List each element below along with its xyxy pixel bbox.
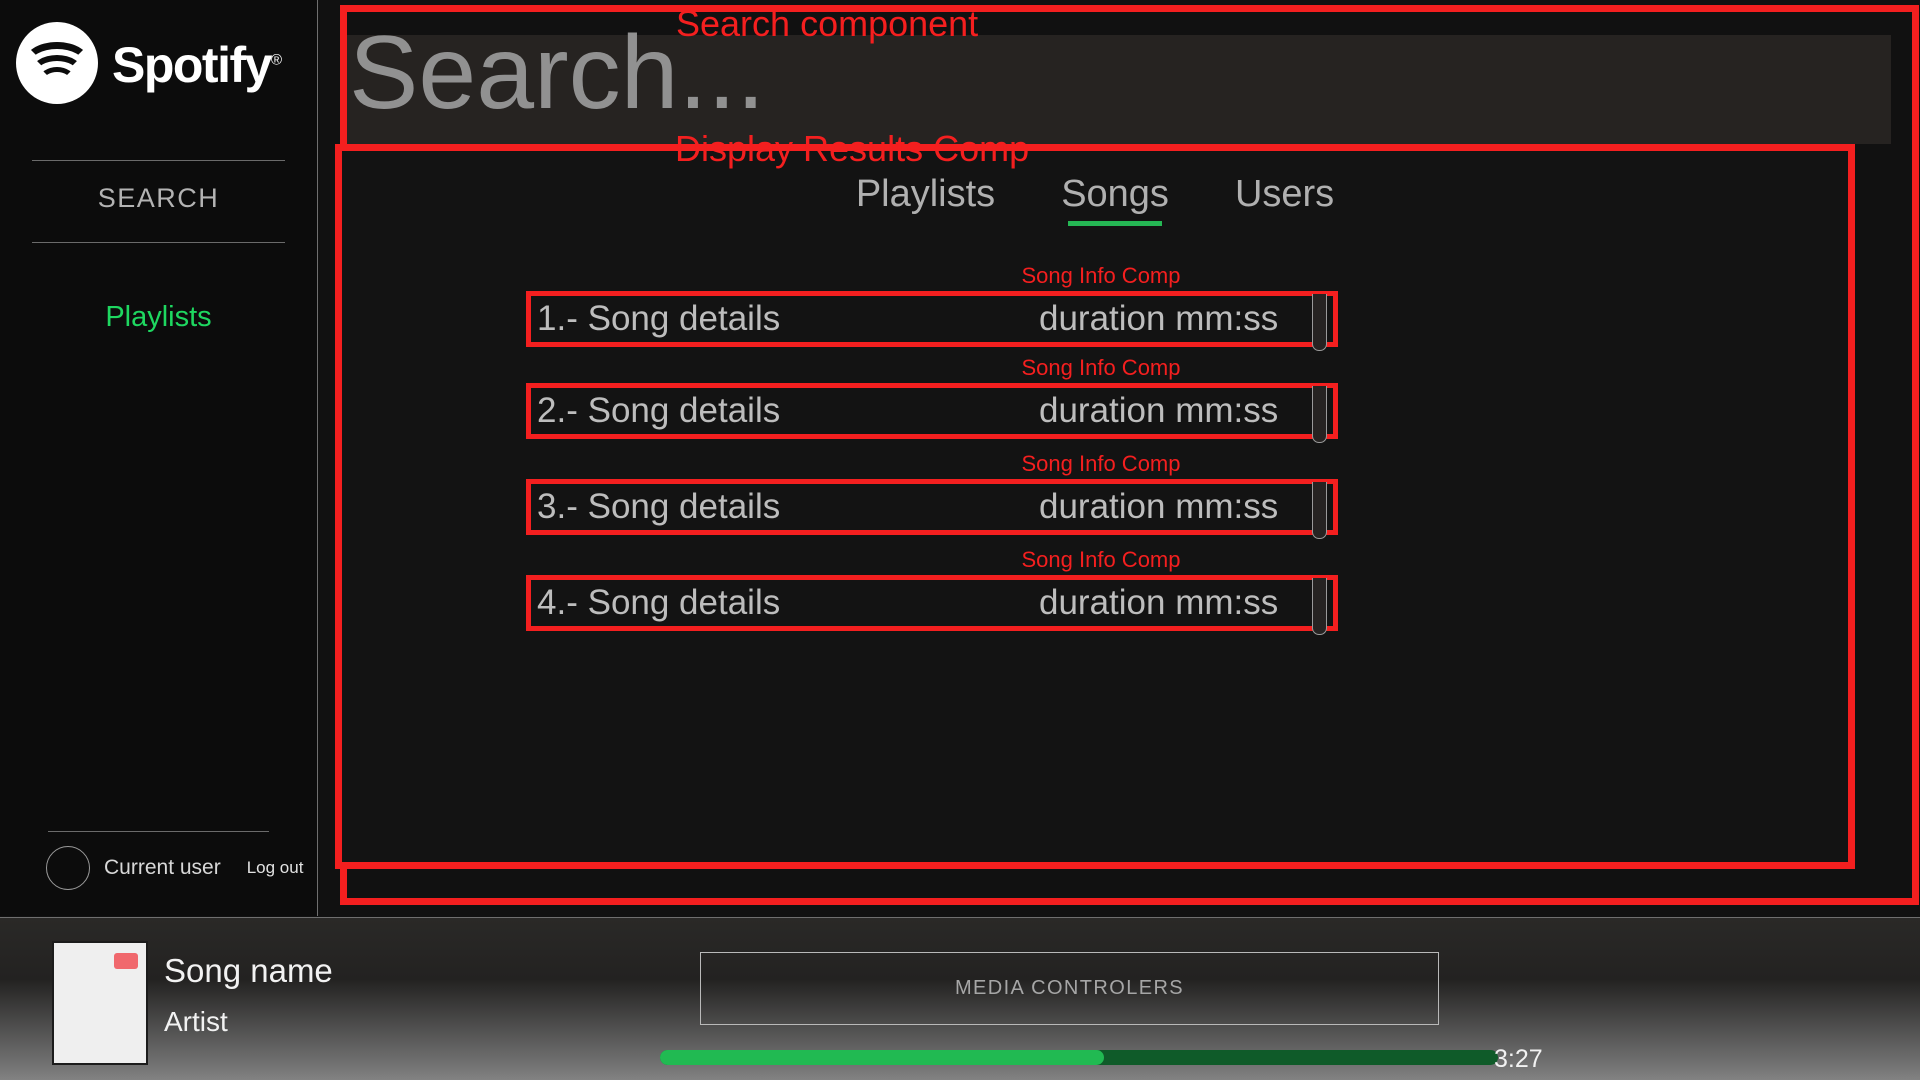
song-title-text: Song details bbox=[587, 299, 781, 338]
album-art-placeholder-icon[interactable] bbox=[52, 941, 148, 1065]
song-row[interactable]: 4.- Song details duration mm:ss bbox=[526, 575, 1338, 635]
song-duration: duration mm:ss bbox=[1039, 487, 1279, 526]
song-row[interactable]: 2.- Song details duration mm:ss bbox=[526, 383, 1338, 443]
song-index: 2.- bbox=[537, 391, 578, 430]
registered-mark: ® bbox=[270, 51, 282, 69]
sidebar: Spotify® SEARCH Playlists Current user L… bbox=[0, 0, 318, 916]
annotation-song-info-comp: Song Info Comp bbox=[1021, 451, 1181, 476]
tab-users-label: Users bbox=[1234, 173, 1335, 215]
song-row[interactable]: 1.- Song details duration mm:ss bbox=[526, 291, 1338, 351]
annotation-search-component: Search component bbox=[676, 3, 979, 44]
now-playing-artist: Artist bbox=[164, 1006, 228, 1037]
song-row-handle-icon[interactable] bbox=[1312, 294, 1327, 351]
brand-logo[interactable]: Spotify® bbox=[0, 0, 317, 104]
song-index: 4.- bbox=[537, 583, 578, 622]
song-title-text: Song details bbox=[587, 487, 781, 526]
playback-progress-fill bbox=[660, 1050, 1105, 1065]
spotify-logo-icon bbox=[16, 22, 98, 104]
current-user-row: Current user Log out bbox=[0, 846, 317, 916]
brand-name: Spotify® bbox=[112, 37, 282, 93]
song-title: 4.- Song details bbox=[537, 583, 780, 623]
annotation-song-info-comp: Song Info Comp bbox=[1021, 355, 1181, 380]
song-title: 2.- Song details bbox=[537, 391, 780, 431]
song-row-handle-icon[interactable] bbox=[1312, 578, 1327, 635]
app-window: Spotify® SEARCH Playlists Current user L… bbox=[0, 0, 1920, 1080]
annotation-display-results-component: Display Results Comp bbox=[675, 128, 1030, 169]
sidebar-item-search[interactable]: SEARCH bbox=[0, 161, 317, 234]
song-results-list: Song Info Comp 1.- Song details duration… bbox=[342, 263, 1848, 641]
song-duration: duration mm:ss bbox=[1039, 391, 1279, 430]
tab-playlists[interactable]: Playlists bbox=[856, 173, 995, 226]
sidebar-user-block: Current user Log out bbox=[0, 831, 317, 916]
song-row-handle-icon[interactable] bbox=[1312, 482, 1327, 539]
song-title-text: Song details bbox=[587, 391, 781, 430]
now-playing-song-name: Song name bbox=[164, 952, 333, 989]
results-tabs: Playlists Songs Users bbox=[342, 173, 1848, 226]
sidebar-divider-user bbox=[48, 831, 269, 832]
media-controls-placeholder[interactable]: MEDIA CONTROLERS bbox=[700, 952, 1439, 1025]
song-row[interactable]: 3.- Song details duration mm:ss bbox=[526, 479, 1338, 539]
tab-songs-label: Songs bbox=[1061, 173, 1169, 215]
display-results-component: Playlists Songs Users Song Info Comp 1.-… bbox=[335, 144, 1855, 869]
song-info-group: Song Info Comp 4.- Song details duration… bbox=[342, 547, 1848, 641]
active-tab-underline bbox=[1068, 221, 1162, 226]
annotation-song-info-comp: Song Info Comp bbox=[1021, 263, 1181, 288]
user-avatar-icon[interactable] bbox=[46, 846, 90, 890]
logout-button[interactable]: Log out bbox=[247, 858, 304, 878]
song-duration: duration mm:ss bbox=[1039, 299, 1279, 338]
song-title-text: Song details bbox=[587, 583, 781, 622]
tab-playlists-label: Playlists bbox=[855, 173, 996, 215]
tab-songs[interactable]: Songs bbox=[1061, 173, 1169, 226]
song-title: 3.- Song details bbox=[537, 487, 780, 527]
song-index: 1.- bbox=[537, 299, 578, 338]
song-info-group: Song Info Comp 2.- Song details duration… bbox=[342, 355, 1848, 449]
main-pane: Search component Search... Display Resul… bbox=[319, 0, 1920, 916]
song-row-handle-icon[interactable] bbox=[1312, 386, 1327, 443]
playback-time: 3:27 bbox=[1494, 1045, 1543, 1073]
album-art-badge-icon bbox=[114, 953, 138, 969]
media-controls-label: MEDIA CONTROLERS bbox=[954, 977, 1185, 999]
song-info-group: Song Info Comp 3.- Song details duration… bbox=[342, 451, 1848, 545]
current-user-label: Current user bbox=[104, 856, 221, 879]
song-index: 3.- bbox=[537, 487, 578, 526]
annotation-song-info-comp: Song Info Comp bbox=[1021, 547, 1181, 572]
song-duration: duration mm:ss bbox=[1039, 583, 1279, 622]
search-input[interactable]: Search... bbox=[347, 21, 1891, 144]
playback-progress-bar[interactable] bbox=[660, 1050, 1498, 1065]
tab-users[interactable]: Users bbox=[1235, 173, 1334, 226]
sidebar-item-playlists[interactable]: Playlists bbox=[0, 243, 317, 334]
brand-name-text: Spotify bbox=[112, 37, 272, 93]
song-info-group: Song Info Comp 1.- Song details duration… bbox=[342, 263, 1848, 357]
song-title: 1.- Song details bbox=[537, 299, 780, 339]
